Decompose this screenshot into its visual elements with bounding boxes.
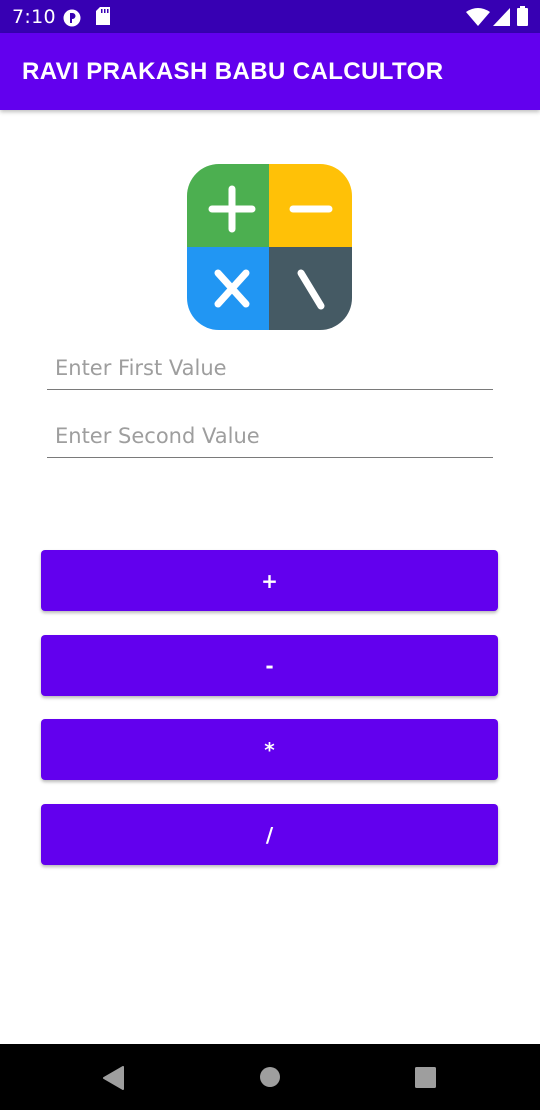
- first-value-input[interactable]: [47, 346, 493, 390]
- back-icon[interactable]: [102, 1066, 124, 1090]
- cell-signal-icon: [493, 8, 510, 26]
- multiply-button[interactable]: *: [41, 719, 498, 780]
- calculator-logo: [187, 164, 352, 330]
- app-bar: RAVI PRAKASH BABU CALCULTOR: [0, 33, 540, 110]
- navigation-bar: [0, 1044, 540, 1110]
- second-value-input[interactable]: [47, 414, 493, 458]
- recents-icon[interactable]: [415, 1067, 436, 1088]
- status-time: 7:10: [12, 6, 56, 28]
- battery-icon: [517, 6, 528, 26]
- wifi-icon: [466, 8, 490, 26]
- sd-card-icon: [96, 7, 110, 25]
- data-saver-icon: [63, 9, 81, 27]
- app-title: RAVI PRAKASH BABU CALCULTOR: [22, 58, 444, 85]
- subtract-button[interactable]: -: [41, 635, 498, 696]
- divide-button[interactable]: /: [41, 804, 498, 865]
- home-icon[interactable]: [259, 1066, 281, 1088]
- status-bar: 7:10: [0, 0, 540, 33]
- add-button[interactable]: +: [41, 550, 498, 611]
